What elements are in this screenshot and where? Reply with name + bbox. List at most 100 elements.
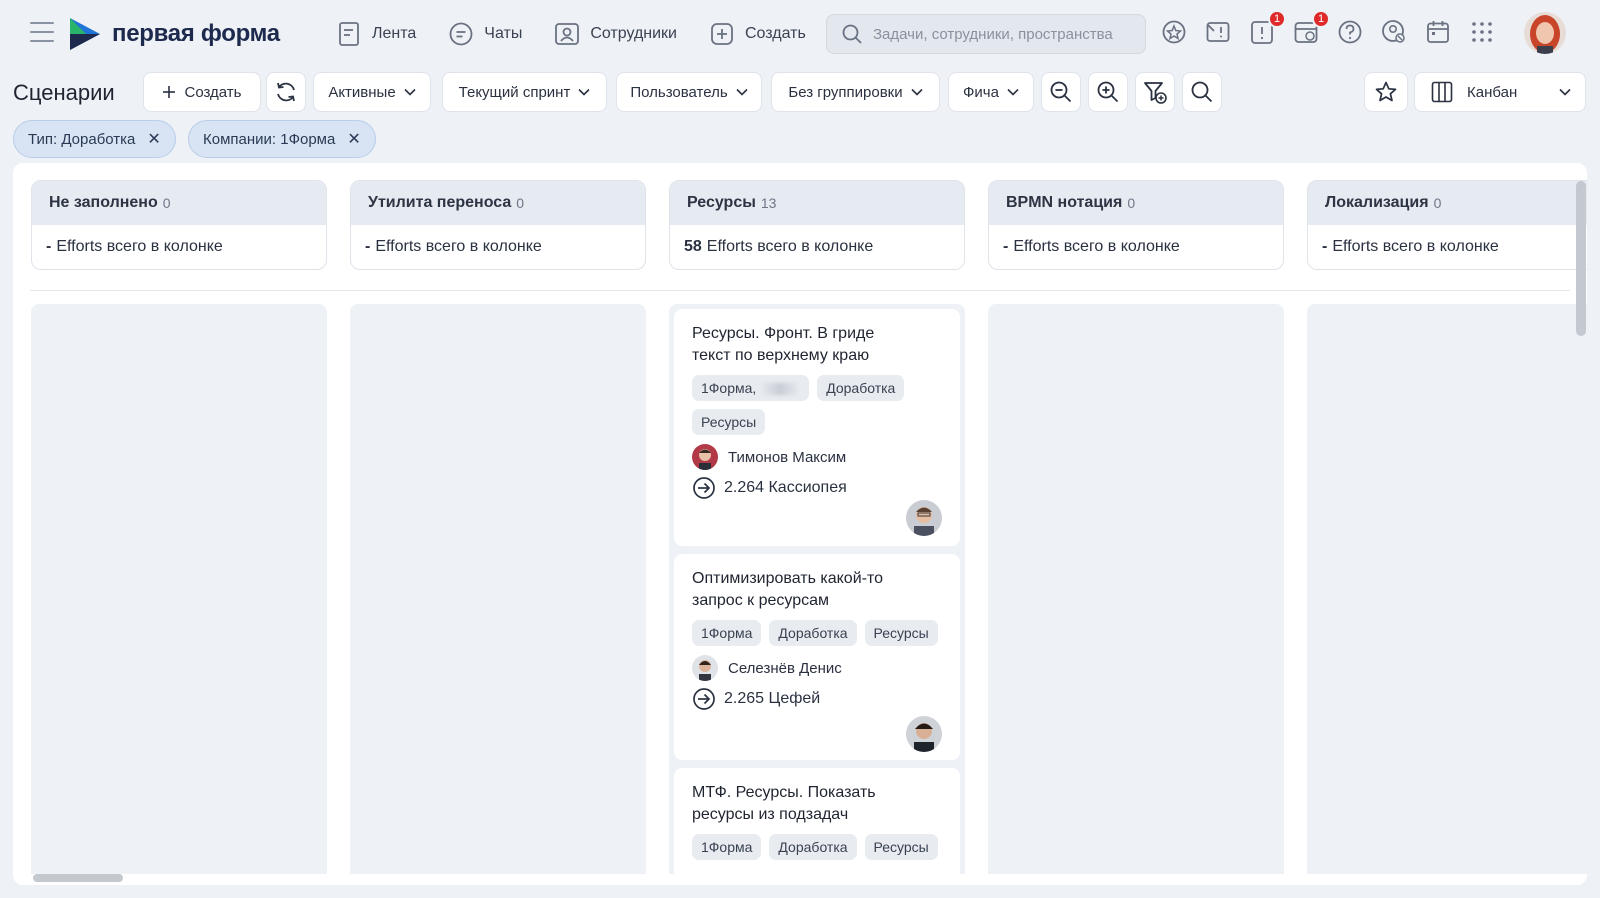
view-mode-label: Канбан <box>1467 83 1518 101</box>
column-header-localization[interactable]: Локализация 0 - Efforts всего в колонке <box>1307 180 1587 270</box>
logo[interactable]: первая форма <box>68 16 280 52</box>
column-title: Ресурсы <box>687 194 756 211</box>
nav-create-label: Создать <box>745 25 806 42</box>
zoom-out-button[interactable] <box>1041 72 1081 112</box>
search-button[interactable] <box>1182 72 1222 112</box>
refresh-button[interactable] <box>266 72 306 112</box>
filter-chip-company[interactable]: Компании: 1Форма ✕ <box>188 120 376 158</box>
tasks-badge: 1 <box>1268 10 1286 28</box>
nav-feed-label: Лента <box>372 25 417 42</box>
filter-add-icon <box>1144 82 1167 104</box>
zoom-in-button[interactable] <box>1088 72 1128 112</box>
header-divider <box>30 290 1570 291</box>
filter-active-dropdown[interactable]: Активные <box>313 72 431 112</box>
tag-type: Доработка <box>769 834 857 860</box>
nav-employees[interactable]: Сотрудники <box>554 20 677 48</box>
calendar-badge: 1 <box>1312 10 1330 28</box>
vertical-scrollbar[interactable] <box>1576 181 1586 336</box>
column-body-resources[interactable]: Ресурсы. Фронт. В гриде текст по верхнем… <box>669 304 965 885</box>
view-mode-dropdown[interactable]: Канбан <box>1414 72 1586 112</box>
close-icon[interactable]: ✕ <box>147 129 160 149</box>
filter-chip-type[interactable]: Тип: Доработка ✕ <box>13 120 176 158</box>
close-icon[interactable]: ✕ <box>347 129 360 149</box>
column-count: 0 <box>1433 195 1442 211</box>
card-author-avatar[interactable] <box>906 716 942 752</box>
card-assignee[interactable]: Тимонов Максим <box>692 443 942 471</box>
card-project[interactable]: 2.265 Цефей <box>692 684 942 714</box>
column-body-bpmn[interactable] <box>988 304 1284 874</box>
global-search[interactable] <box>826 14 1146 54</box>
tasks-alert-icon[interactable]: 1 <box>1248 10 1286 46</box>
tag-type: Доработка <box>817 375 905 401</box>
column-body-migration-utility[interactable] <box>350 304 646 874</box>
user-status-icon[interactable] <box>1380 18 1408 46</box>
tag-category: Ресурсы <box>692 409 766 435</box>
menu-icon[interactable] <box>30 22 54 42</box>
project-arrow-icon <box>693 688 715 710</box>
column-header-bpmn[interactable]: BPMN нотация 0 - Efforts всего в колонке <box>988 180 1284 270</box>
chevron-down-icon <box>1007 88 1019 96</box>
apps-grid-icon[interactable] <box>1468 18 1496 46</box>
mail-alert-icon[interactable] <box>1204 18 1232 46</box>
task-card[interactable]: Ресурсы. Фронт. В гриде текст по верхнем… <box>674 309 960 546</box>
nav-feed[interactable]: Лента <box>338 20 416 48</box>
filter-sprint-label: Текущий спринт <box>458 83 571 101</box>
nav-employees-label: Сотрудники <box>590 25 677 42</box>
column-efforts-label: Efforts всего в колонке <box>1332 238 1499 255</box>
filter-feature-dropdown[interactable]: Фича <box>948 72 1034 112</box>
tag-company: 1Форма <box>692 834 762 860</box>
column-count: 0 <box>162 195 171 211</box>
column-header-migration-utility[interactable]: Утилита переноса 0 - Efforts всего в колон… <box>350 180 646 270</box>
calendar-icon[interactable] <box>1424 18 1452 46</box>
assignee-avatar <box>692 444 718 470</box>
card-tags: 1Форма Доработка Ресурсы <box>692 834 952 868</box>
column-count: 0 <box>516 195 525 211</box>
column-body-not-filled[interactable] <box>31 304 327 874</box>
nav-chats[interactable]: Чаты <box>448 20 522 48</box>
main-nav: Лента Чаты Сотрудники Создать <box>338 20 838 48</box>
column-header-resources[interactable]: Ресурсы 13 58 Efforts всего в колонке <box>669 180 965 270</box>
filter-user-label: Пользователь <box>630 83 728 101</box>
column-title: Не заполнено <box>49 194 158 211</box>
chevron-down-icon <box>736 88 748 96</box>
help-icon[interactable] <box>1336 18 1364 46</box>
card-project[interactable]: 2.264 Кассиопея <box>692 473 942 503</box>
assignee-name: Селезнёв Денис <box>728 659 842 677</box>
task-card[interactable]: Оптимизировать какой-то запрос к ресурса… <box>674 554 960 760</box>
user-avatar[interactable] <box>1524 12 1566 54</box>
top-bar: первая форма Лента Чаты Сотрудники Созда… <box>0 0 1600 68</box>
search-input[interactable] <box>873 25 1143 43</box>
calendar-events-icon[interactable]: 1 <box>1292 10 1330 46</box>
card-assignee[interactable]: Селезнёв Денис <box>692 654 942 682</box>
filter-sprint-dropdown[interactable]: Текущий спринт <box>442 72 607 112</box>
horizontal-scrollbar[interactable] <box>33 874 123 882</box>
favorite-button[interactable] <box>1364 72 1408 112</box>
filter-feature-label: Фича <box>963 83 999 101</box>
logo-text: первая форма <box>112 20 280 47</box>
column-efforts-value: - <box>1322 238 1328 255</box>
column-count: 13 <box>760 195 777 211</box>
column-header-not-filled[interactable]: Не заполнено 0 - Efforts всего в колонке <box>31 180 327 270</box>
add-filter-button[interactable] <box>1135 72 1175 112</box>
column-efforts-label: Efforts всего в колонке <box>56 238 223 255</box>
column-body-localization[interactable] <box>1307 304 1587 874</box>
column-efforts-label: Efforts всего в колонке <box>706 238 874 255</box>
tag-category: Ресурсы <box>864 834 938 860</box>
create-button[interactable]: Создать <box>143 72 261 112</box>
filter-grouping-dropdown[interactable]: Без группировки <box>771 72 940 112</box>
ai-assistant-icon[interactable] <box>1160 18 1188 46</box>
top-icons: 1 1 <box>1160 10 1512 46</box>
page-title: Сценарии <box>13 80 115 105</box>
nav-chats-label: Чаты <box>484 25 523 42</box>
toolbar: Сценарии Создать Активные Текущий спринт… <box>0 72 1600 112</box>
column-efforts-value: 58 <box>684 238 702 255</box>
filter-user-dropdown[interactable]: Пользователь <box>616 72 762 112</box>
nav-create[interactable]: Создать <box>709 20 806 48</box>
project-label: 2.265 Цефей <box>724 690 821 707</box>
search-icon <box>1191 81 1213 103</box>
card-author-avatar[interactable] <box>906 500 942 536</box>
chevron-down-icon <box>1559 88 1571 96</box>
tag-company: 1Форма, <box>692 375 810 401</box>
task-card[interactable]: МТФ. Ресурсы. Показать ресурсы из подзад… <box>674 768 960 885</box>
project-arrow-icon <box>693 477 715 499</box>
